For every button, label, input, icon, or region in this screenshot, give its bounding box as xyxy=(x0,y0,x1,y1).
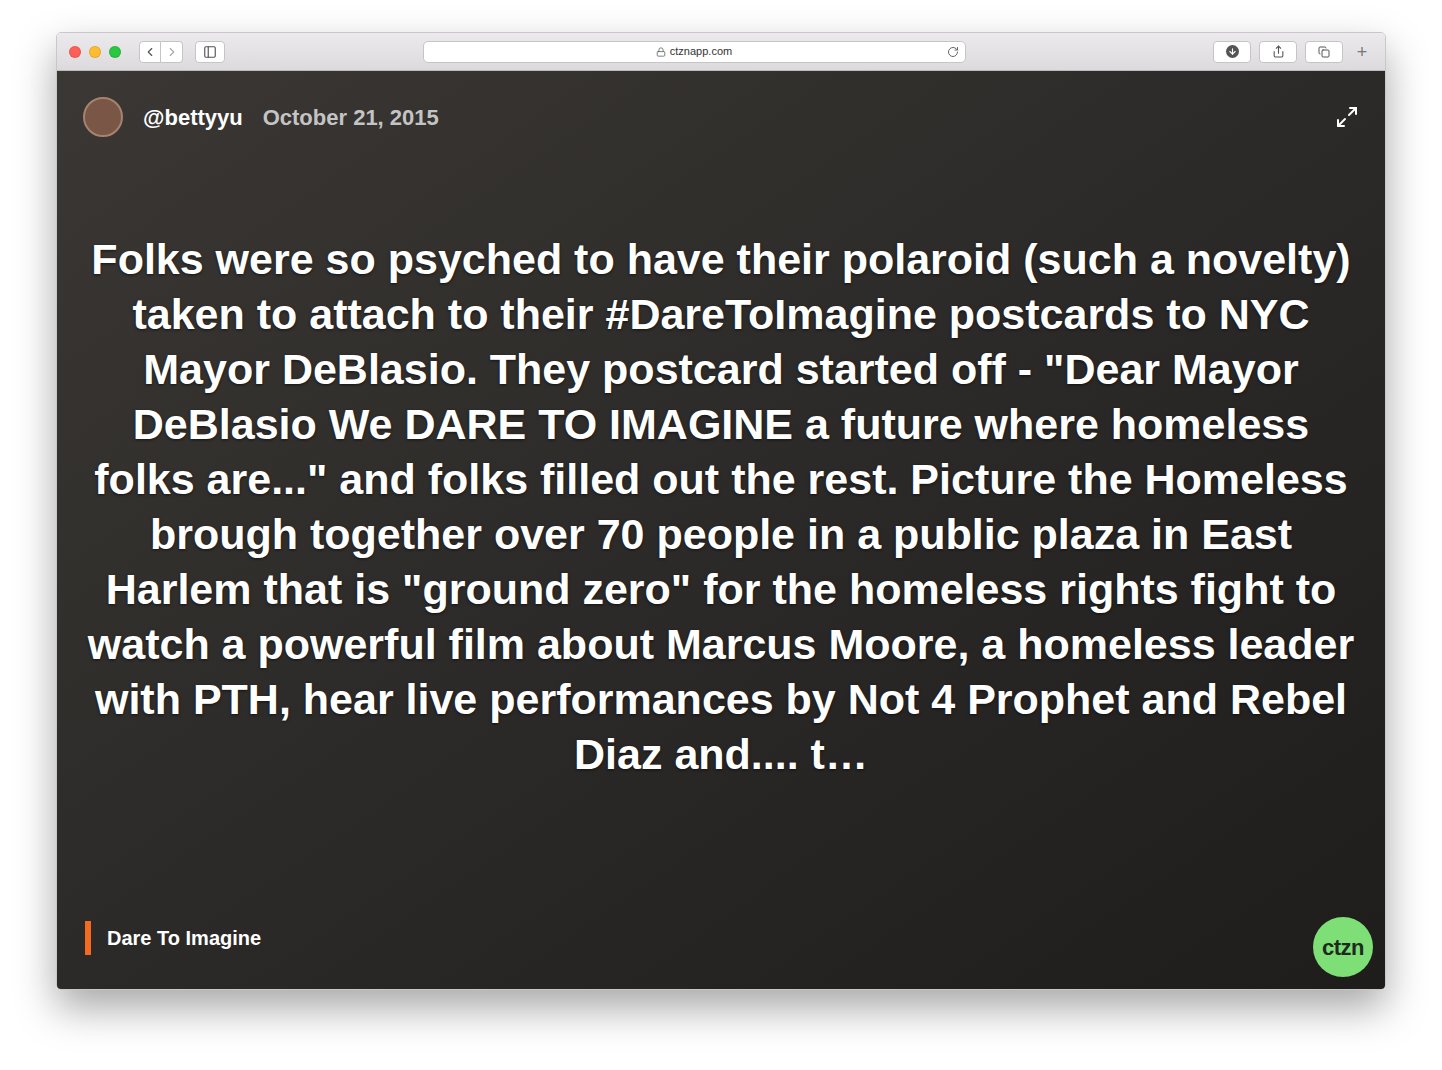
tag[interactable]: Dare To Imagine xyxy=(85,921,261,955)
browser-window: ctznapp.com + @bettyyu October 21, 2015 Folk… xyxy=(56,32,1386,990)
new-tab-button[interactable]: + xyxy=(1351,39,1373,65)
traffic-light[interactable] xyxy=(109,46,121,58)
share-icon xyxy=(1272,45,1285,58)
screen: ctznapp.com + @bettyyu October 21, 2015 Folk… xyxy=(0,0,1442,1070)
back-button[interactable] xyxy=(139,41,161,63)
sidebar-icon xyxy=(203,45,217,59)
traffic-lights xyxy=(69,46,121,58)
tag-label: Dare To Imagine xyxy=(107,923,261,953)
share-button[interactable] xyxy=(1259,41,1297,63)
ctzn-logo[interactable]: ctzn xyxy=(1313,917,1373,977)
reload-icon[interactable] xyxy=(947,46,959,58)
forward-button[interactable] xyxy=(161,41,183,63)
tag-bar xyxy=(85,921,91,955)
post-view: @bettyyu October 21, 2015 Folks were so ps… xyxy=(57,71,1385,989)
sidebar-button[interactable] xyxy=(195,41,225,63)
chevron-right-icon xyxy=(165,45,179,59)
post-date: October 21, 2015 xyxy=(263,101,439,134)
expand-icon[interactable] xyxy=(1335,105,1359,129)
tabs-icon xyxy=(1318,46,1330,58)
lock-icon xyxy=(656,47,666,57)
address-bar[interactable]: ctznapp.com xyxy=(423,41,966,63)
traffic-light[interactable] xyxy=(89,46,101,58)
traffic-light[interactable] xyxy=(69,46,81,58)
username[interactable]: @bettyyu xyxy=(143,101,243,134)
post-footer: Dare To Imagine ctzn xyxy=(57,917,1385,989)
post-text: Folks were so psyched to have their pola… xyxy=(79,232,1363,782)
toolbar: ctznapp.com + xyxy=(57,33,1385,71)
url: ctznapp.com xyxy=(670,43,732,60)
post-body: Folks were so psyched to have their pola… xyxy=(57,137,1385,917)
tabs-button[interactable] xyxy=(1305,41,1343,63)
downloads-button[interactable] xyxy=(1213,41,1251,63)
post-header: @bettyyu October 21, 2015 xyxy=(57,71,1385,137)
avatar[interactable] xyxy=(83,97,123,137)
download-icon xyxy=(1228,47,1237,56)
chevron-left-icon xyxy=(143,45,157,59)
